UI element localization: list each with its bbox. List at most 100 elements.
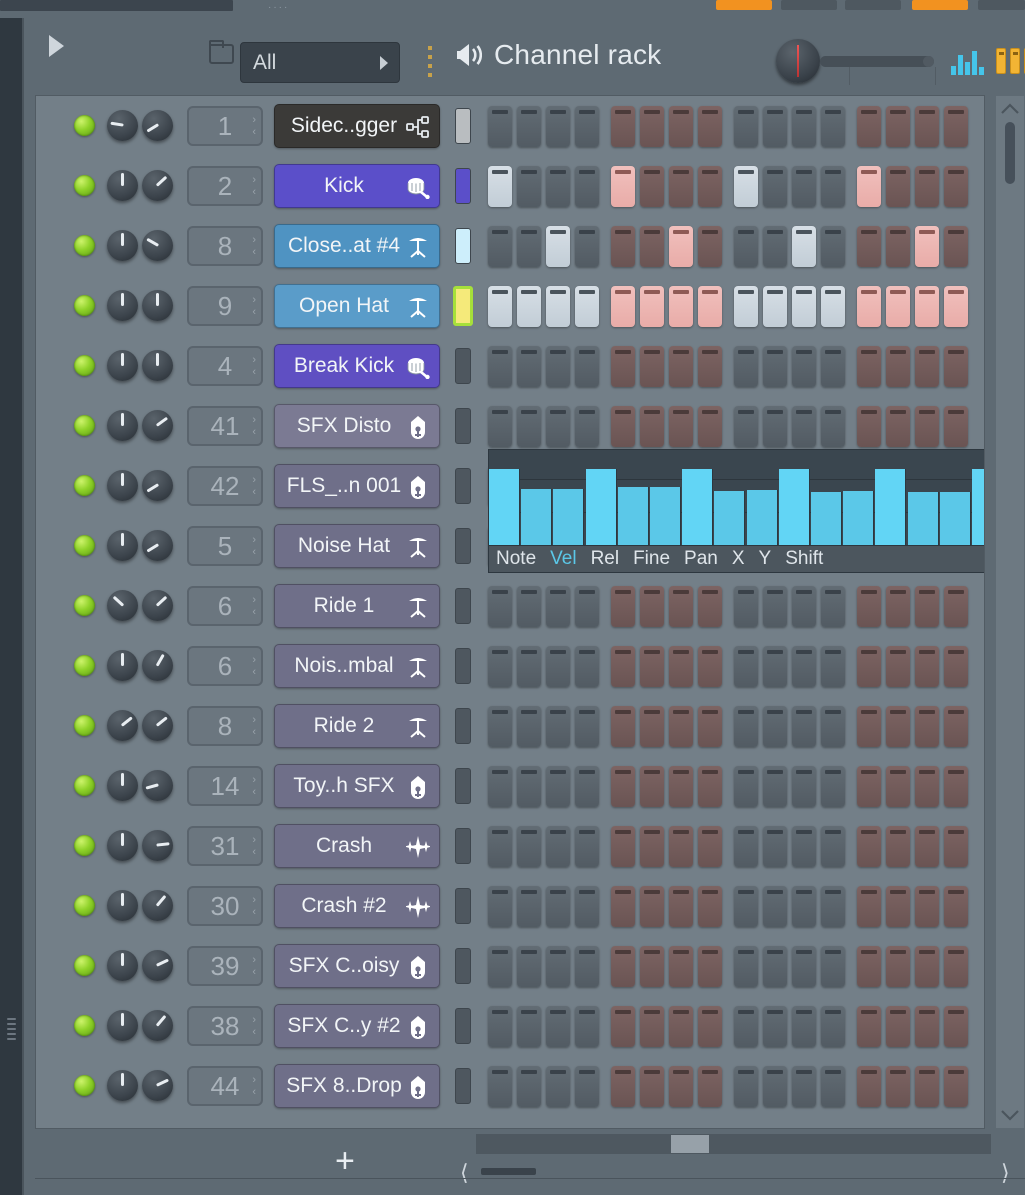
channel-name-button[interactable]: SFX C..oisy (274, 944, 440, 988)
stepper-arrows[interactable]: ›‹ (252, 354, 256, 378)
step-button[interactable] (944, 406, 968, 447)
stepper-arrows[interactable]: ›‹ (252, 534, 256, 558)
step-button[interactable] (915, 166, 939, 207)
step-button[interactable] (915, 106, 939, 147)
step-button[interactable] (669, 826, 693, 867)
channel-row[interactable]: 14›‹Toy..h SFX (36, 756, 985, 816)
step-button[interactable] (611, 286, 635, 327)
channel-color-strip[interactable] (455, 888, 471, 924)
step-button[interactable] (734, 286, 758, 327)
graph-tab-y[interactable]: Y (752, 548, 779, 570)
step-button[interactable] (546, 946, 570, 987)
step-button[interactable] (763, 946, 787, 987)
step-button[interactable] (763, 226, 787, 267)
step-button[interactable] (821, 106, 845, 147)
step-button[interactable] (640, 826, 664, 867)
step-button[interactable] (821, 946, 845, 987)
step-button[interactable] (763, 346, 787, 387)
step-button[interactable] (734, 946, 758, 987)
step-button[interactable] (886, 886, 910, 927)
channel-row[interactable]: 4›‹Break Kick (36, 336, 985, 396)
step-button[interactable] (488, 1066, 512, 1107)
step-button[interactable] (488, 886, 512, 927)
channel-color-strip[interactable] (453, 286, 473, 326)
swing-slider[interactable] (820, 56, 934, 67)
channel-color-strip[interactable] (455, 168, 471, 204)
channel-volume-knob[interactable] (142, 710, 173, 741)
channel-volume-knob[interactable] (142, 350, 173, 381)
channel-index[interactable]: 8›‹ (187, 226, 263, 266)
velocity-bar[interactable] (586, 469, 617, 545)
step-button[interactable] (763, 886, 787, 927)
channel-pan-knob[interactable] (107, 830, 138, 861)
vertical-dots-icon[interactable] (428, 46, 432, 82)
step-button[interactable] (886, 226, 910, 267)
step-button[interactable] (763, 706, 787, 747)
step-button[interactable] (857, 226, 881, 267)
step-button[interactable] (640, 1066, 664, 1107)
channel-name-button[interactable]: Break Kick (274, 344, 440, 388)
channel-mute-led[interactable] (74, 475, 95, 496)
velocity-bar[interactable] (553, 489, 584, 545)
step-button[interactable] (886, 286, 910, 327)
stepper-arrows[interactable]: ›‹ (252, 954, 256, 978)
step-button[interactable] (857, 1066, 881, 1107)
channel-index[interactable]: 44›‹ (187, 1066, 263, 1106)
velocity-bar[interactable] (908, 492, 939, 545)
channel-name-button[interactable]: Crash #2 (274, 884, 440, 928)
step-button[interactable] (821, 1066, 845, 1107)
chevron-up-icon[interactable] (1001, 102, 1019, 116)
channel-color-strip[interactable] (455, 468, 471, 504)
channel-index[interactable]: 1›‹ (187, 106, 263, 146)
channel-volume-knob[interactable] (142, 1070, 173, 1101)
channel-pan-knob[interactable] (107, 590, 138, 621)
channel-color-strip[interactable] (455, 828, 471, 864)
step-button[interactable] (792, 886, 816, 927)
channel-mute-led[interactable] (74, 895, 95, 916)
channel-name-button[interactable]: Nois..mbal (274, 644, 440, 688)
velocity-bar[interactable] (747, 490, 778, 545)
velocity-bar[interactable] (489, 469, 520, 545)
channel-row[interactable]: 41›‹SFX Disto (36, 396, 985, 456)
channel-color-strip[interactable] (455, 348, 471, 384)
step-button[interactable] (821, 166, 845, 207)
channel-pan-knob[interactable] (107, 710, 138, 741)
chevron-down-icon[interactable] (1001, 1108, 1019, 1122)
step-button[interactable] (669, 646, 693, 687)
channel-mute-led[interactable] (74, 655, 95, 676)
step-button[interactable] (944, 346, 968, 387)
stepper-arrows[interactable]: ›‹ (252, 174, 256, 198)
channel-mute-led[interactable] (74, 715, 95, 736)
step-button[interactable] (611, 166, 635, 207)
channel-mute-led[interactable] (74, 595, 95, 616)
channel-index[interactable]: 14›‹ (187, 766, 263, 806)
step-button[interactable] (640, 1006, 664, 1047)
step-button[interactable] (886, 826, 910, 867)
graph-tab-pan[interactable]: Pan (677, 548, 725, 570)
step-button[interactable] (488, 946, 512, 987)
step-button[interactable] (792, 766, 816, 807)
step-button[interactable] (886, 706, 910, 747)
step-button[interactable] (517, 766, 541, 807)
folder-icon[interactable] (209, 44, 234, 64)
step-button[interactable] (575, 226, 599, 267)
channel-row[interactable]: 44›‹SFX 8..Drop (36, 1056, 985, 1116)
step-button[interactable] (698, 406, 722, 447)
channel-color-strip[interactable] (455, 228, 471, 264)
step-button[interactable] (915, 946, 939, 987)
step-button[interactable] (857, 826, 881, 867)
step-button[interactable] (669, 106, 693, 147)
channel-row[interactable]: 38›‹SFX C..y #2 (36, 996, 985, 1056)
step-button[interactable] (488, 406, 512, 447)
step-button[interactable] (857, 106, 881, 147)
step-button[interactable] (698, 1006, 722, 1047)
step-button[interactable] (698, 946, 722, 987)
step-button[interactable] (575, 346, 599, 387)
step-button[interactable] (546, 106, 570, 147)
step-button[interactable] (763, 766, 787, 807)
step-button[interactable] (886, 1006, 910, 1047)
vertical-scrollbar-thumb[interactable] (1005, 122, 1015, 184)
step-button[interactable] (886, 646, 910, 687)
channel-index[interactable]: 9›‹ (187, 286, 263, 326)
velocity-bar[interactable] (811, 492, 842, 545)
